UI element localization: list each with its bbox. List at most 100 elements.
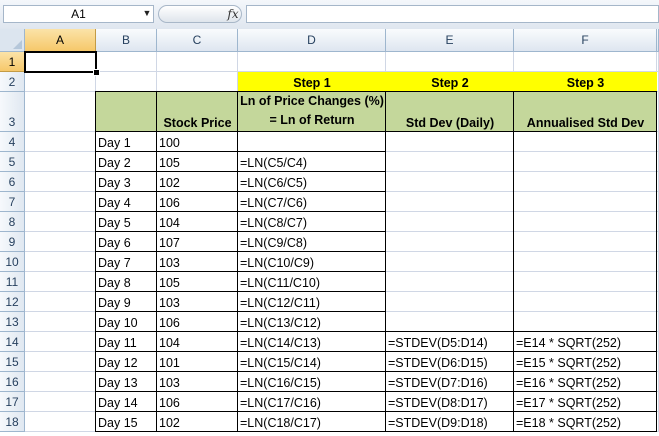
- day-label: Day 13: [98, 376, 138, 390]
- day-label: Day 1: [98, 136, 131, 150]
- table-border: [95, 391, 657, 392]
- table-border: [385, 91, 386, 432]
- annual-formula-cell: =E15 * SQRT(252): [516, 356, 622, 370]
- ln-formula-cell: =LN(C13/C12): [240, 316, 321, 330]
- table-border: [156, 91, 157, 432]
- row-header[interactable]: 12: [0, 292, 25, 312]
- table-border: [95, 91, 657, 92]
- price-cell: 106: [159, 396, 180, 410]
- stdev-formula-cell: =STDEV(D8:D17): [388, 396, 488, 410]
- ln-return-header: Ln of Price Changes (%) = Ln of Return: [238, 92, 386, 132]
- table-border: [95, 91, 96, 432]
- row-header[interactable]: 2: [0, 72, 25, 92]
- price-cell: 100: [159, 136, 180, 150]
- ln-formula-cell: =LN(C18/C17): [240, 416, 321, 430]
- price-cell: 104: [159, 336, 180, 350]
- ln-formula-cell: =LN(C16/C15): [240, 376, 321, 390]
- price-cell: 103: [159, 296, 180, 310]
- price-cell: 105: [159, 156, 180, 170]
- row-header[interactable]: 9: [0, 232, 25, 252]
- row-header[interactable]: 5: [0, 152, 25, 172]
- std-dev-header: Std Dev (Daily): [405, 116, 495, 130]
- row-header[interactable]: 4: [0, 132, 25, 152]
- row-header[interactable]: 15: [0, 352, 25, 372]
- step-label: Step 1: [293, 76, 331, 90]
- price-cell: 103: [159, 376, 180, 390]
- day-label: Day 4: [98, 196, 131, 210]
- day-label: Day 12: [98, 356, 138, 370]
- row-header[interactable]: 13: [0, 312, 25, 332]
- chevron-down-icon[interactable]: ▼: [141, 4, 153, 22]
- day-label: Day 10: [98, 316, 138, 330]
- table-border: [95, 191, 386, 192]
- step-label: Step 2: [431, 76, 469, 90]
- row-header[interactable]: 14: [0, 332, 25, 352]
- ln-formula-cell: =LN(C5/C4): [240, 156, 308, 170]
- step-label: Step 3: [566, 76, 605, 90]
- fill-handle[interactable]: [93, 69, 100, 76]
- table-border: [95, 151, 386, 152]
- insert-function-icon[interactable]: fx: [224, 5, 242, 23]
- row-header[interactable]: 6: [0, 172, 25, 192]
- ln-formula-cell: =LN(C14/C13): [240, 336, 321, 350]
- day-label: Day 6: [98, 236, 131, 250]
- table-border: [95, 251, 386, 252]
- column-header-f[interactable]: F: [514, 29, 657, 52]
- annual-formula-cell: =E18 * SQRT(252): [516, 416, 622, 430]
- select-all-corner[interactable]: [0, 29, 25, 52]
- formula-bar: A1 ▼ fx: [0, 0, 659, 30]
- formula-input[interactable]: [246, 5, 659, 23]
- day-label: Day 9: [98, 296, 131, 310]
- row-header[interactable]: 18: [0, 412, 25, 432]
- ln-formula-cell: =LN(C11/C10): [240, 276, 321, 290]
- table-border: [95, 131, 657, 132]
- column-header-e[interactable]: E: [386, 29, 514, 52]
- table-border: [656, 91, 657, 432]
- annual-formula-cell: =E16 * SQRT(252): [516, 376, 622, 390]
- selected-cell-a1[interactable]: [24, 51, 97, 73]
- day-label: Day 2: [98, 156, 131, 170]
- table-border: [95, 311, 386, 312]
- price-cell: 103: [159, 256, 180, 270]
- table-border: [95, 211, 386, 212]
- table-border: [513, 91, 514, 432]
- row-header[interactable]: 1: [0, 52, 25, 72]
- price-cell: 107: [159, 236, 180, 250]
- stdev-formula-cell: =STDEV(D9:D18): [388, 416, 488, 430]
- stdev-formula-cell: =STDEV(D5:D14): [388, 336, 488, 350]
- table-border: [95, 411, 657, 412]
- name-box[interactable]: A1: [3, 5, 154, 23]
- ln-formula-cell: =LN(C17/C16): [240, 396, 321, 410]
- table-border: [95, 171, 386, 172]
- annual-formula-cell: =E14 * SQRT(252): [516, 336, 622, 350]
- row-header[interactable]: 7: [0, 192, 25, 212]
- ln-formula-cell: =LN(C10/C9): [240, 256, 314, 270]
- table-border: [95, 291, 386, 292]
- row-header[interactable]: 17: [0, 392, 25, 412]
- day-label: Day 3: [98, 176, 131, 190]
- row-header[interactable]: 11: [0, 272, 25, 292]
- stdev-formula-cell: =STDEV(D7:D16): [388, 376, 488, 390]
- annualised-header: Annualised Std Dev: [526, 116, 645, 130]
- table-border: [95, 271, 386, 272]
- price-cell: 101: [159, 356, 180, 370]
- column-header-d[interactable]: D: [238, 29, 386, 52]
- day-label: Day 8: [98, 276, 131, 290]
- day-label: Day 15: [98, 416, 138, 430]
- row-header[interactable]: 3: [0, 92, 25, 132]
- row-header[interactable]: 10: [0, 252, 25, 272]
- table-border: [95, 331, 657, 332]
- ln-formula-cell: =LN(C8/C7): [240, 216, 308, 230]
- ln-header-line2: = Ln of Return: [269, 113, 355, 127]
- column-header-c[interactable]: C: [157, 29, 238, 52]
- ln-formula-cell: =LN(C12/C11): [240, 296, 321, 310]
- stdev-formula-cell: =STDEV(D6:D15): [388, 356, 488, 370]
- price-cell: 105: [159, 276, 180, 290]
- column-header-a[interactable]: A: [25, 29, 96, 52]
- column-header-b[interactable]: B: [96, 29, 157, 52]
- price-cell: 106: [159, 316, 180, 330]
- row-header[interactable]: 8: [0, 212, 25, 232]
- ln-formula-cell: =LN(C15/C14): [240, 356, 321, 370]
- row-header[interactable]: 16: [0, 372, 25, 392]
- day-label: Day 7: [98, 256, 131, 270]
